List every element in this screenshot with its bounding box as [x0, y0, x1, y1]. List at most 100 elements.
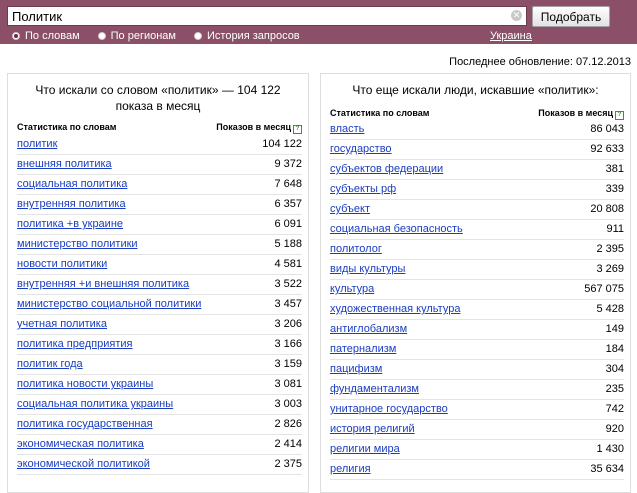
keyword-link[interactable]: художественная культура [330, 303, 460, 315]
table-row: власть 86 043 [330, 120, 624, 140]
impressions-count: 2 395 [596, 243, 624, 255]
keyword-link[interactable]: религия [330, 463, 371, 475]
impressions-count: 5 428 [596, 303, 624, 315]
clear-icon[interactable]: ✕ [511, 10, 522, 21]
keyword-link[interactable]: субъекты рф [330, 183, 396, 195]
impressions-count: 2 826 [274, 418, 302, 430]
impressions-count: 20 808 [590, 203, 624, 215]
keyword-link[interactable]: субъект [330, 203, 370, 215]
keyword-link[interactable]: внешняя политика [17, 158, 112, 170]
keyword-link[interactable]: социальная безопасность [330, 223, 463, 235]
keyword-link[interactable]: политолог [330, 243, 382, 255]
table-row: патернализм 184 [330, 340, 624, 360]
column-count-header: Показов в месяц? [216, 122, 302, 134]
keyword-link[interactable]: фундаментализм [330, 383, 419, 395]
column-word-header: Статистика по словам [17, 122, 117, 132]
keyword-link[interactable]: экономической политикой [17, 458, 150, 470]
table-row: виды культуры 3 269 [330, 260, 624, 280]
table-row: политолог 2 395 [330, 240, 624, 260]
last-update: Последнее обновление: 07.12.2013 [449, 56, 631, 68]
impressions-count: 3 206 [274, 318, 302, 330]
keyword-link[interactable]: государство [330, 143, 392, 155]
impressions-count: 920 [605, 423, 624, 435]
table-row: религии мира 1 430 [330, 440, 624, 460]
mode-label: По словам [25, 30, 80, 42]
keyword-link[interactable]: внутренняя +и внешняя политика [17, 278, 189, 290]
impressions-count: 9 372 [274, 158, 302, 170]
table-row: субъектов федерации 381 [330, 160, 624, 180]
keyword-link[interactable]: виды культуры [330, 263, 405, 275]
impressions-count: 3 003 [274, 398, 302, 410]
impressions-count: 3 269 [596, 263, 624, 275]
keyword-link[interactable]: унитарное государство [330, 403, 448, 415]
keyword-link[interactable]: религии мира [330, 443, 400, 455]
table-row: экономическая политика 2 414 [17, 435, 302, 455]
mode-label: История запросов [207, 30, 300, 42]
impressions-count: 184 [605, 343, 624, 355]
keyword-link[interactable]: политика государственная [17, 418, 153, 430]
keyword-link[interactable]: экономическая политика [17, 438, 144, 450]
impressions-count: 86 043 [590, 123, 624, 135]
mode-by-words[interactable]: По словам [12, 30, 80, 42]
table-row: политика +в украине 6 091 [17, 215, 302, 235]
keyword-link[interactable]: социальная политика украины [17, 398, 173, 410]
keyword-link[interactable]: политик [17, 138, 57, 150]
impressions-count: 3 522 [274, 278, 302, 290]
keyword-link[interactable]: социальная политика [17, 178, 127, 190]
keyword-link[interactable]: внутренняя политика [17, 198, 126, 210]
keyword-link[interactable]: министерство социальной политики [17, 298, 201, 310]
submit-button[interactable]: Подобрать [532, 6, 610, 27]
impressions-count: 339 [605, 183, 624, 195]
search-input[interactable] [12, 7, 507, 25]
panel-title: Что искали со словом «политик» — 104 122… [35, 83, 281, 113]
radio-checked-icon[interactable] [12, 32, 20, 40]
keyword-link[interactable]: власть [330, 123, 364, 135]
impressions-count: 1 430 [596, 443, 624, 455]
impressions-count: 3 166 [274, 338, 302, 350]
keyword-link[interactable]: патернализм [330, 343, 396, 355]
impressions-count: 304 [605, 363, 624, 375]
radio-icon[interactable] [97, 32, 106, 40]
table-row: художественная культура 5 428 [330, 300, 624, 320]
impressions-count: 149 [605, 323, 624, 335]
keyword-link[interactable]: политика новости украины [17, 378, 153, 390]
column-word-header: Статистика по словам [330, 108, 430, 118]
words-panel: Что искали со словом «политик» — 104 122… [7, 73, 309, 493]
table-row: пацифизм 304 [330, 360, 624, 380]
search-mode-group: По словам По регионам История запросов [12, 29, 318, 43]
region-link[interactable]: Украина [490, 30, 532, 42]
table-row: политик года 3 159 [17, 355, 302, 375]
table-row: министерство политики 5 188 [17, 235, 302, 255]
mode-by-regions[interactable]: По регионам [97, 30, 176, 42]
impressions-count: 2 414 [274, 438, 302, 450]
impressions-count: 235 [605, 383, 624, 395]
keyword-link[interactable]: политика +в украине [17, 218, 123, 230]
help-icon[interactable]: ? [615, 111, 624, 120]
related-list: власть 86 043 государство 92 633 субъектов ф… [330, 120, 624, 480]
keyword-link[interactable]: новости политики [17, 258, 107, 270]
table-header: Статистика по словам Показов в месяц? [330, 108, 624, 120]
keyword-link[interactable]: министерство политики [17, 238, 138, 250]
table-row: внутренняя политика 6 357 [17, 195, 302, 215]
impressions-count: 7 648 [274, 178, 302, 190]
impressions-count: 6 091 [274, 218, 302, 230]
keyword-link[interactable]: культура [330, 283, 374, 295]
keyword-link[interactable]: политика предприятия [17, 338, 133, 350]
keyword-link[interactable]: учетная политика [17, 318, 107, 330]
impressions-count: 742 [605, 403, 624, 415]
table-row: социальная безопасность 911 [330, 220, 624, 240]
help-icon[interactable]: ? [293, 125, 302, 134]
keyword-link[interactable]: пацифизм [330, 363, 382, 375]
search-header: ✕ Подобрать По словам По регионам Истори… [0, 0, 637, 44]
mode-history[interactable]: История запросов [194, 30, 300, 42]
table-row: внешняя политика 9 372 [17, 155, 302, 175]
radio-icon[interactable] [194, 32, 202, 40]
keyword-link[interactable]: история религий [330, 423, 415, 435]
impressions-count: 381 [605, 163, 624, 175]
keyword-link[interactable]: антиглобализм [330, 323, 407, 335]
table-header: Статистика по словам Показов в месяц? [17, 122, 302, 134]
table-row: государство 92 633 [330, 140, 624, 160]
keyword-link[interactable]: субъектов федерации [330, 163, 443, 175]
keyword-link[interactable]: политик года [17, 358, 83, 370]
table-row: социальная политика 7 648 [17, 175, 302, 195]
